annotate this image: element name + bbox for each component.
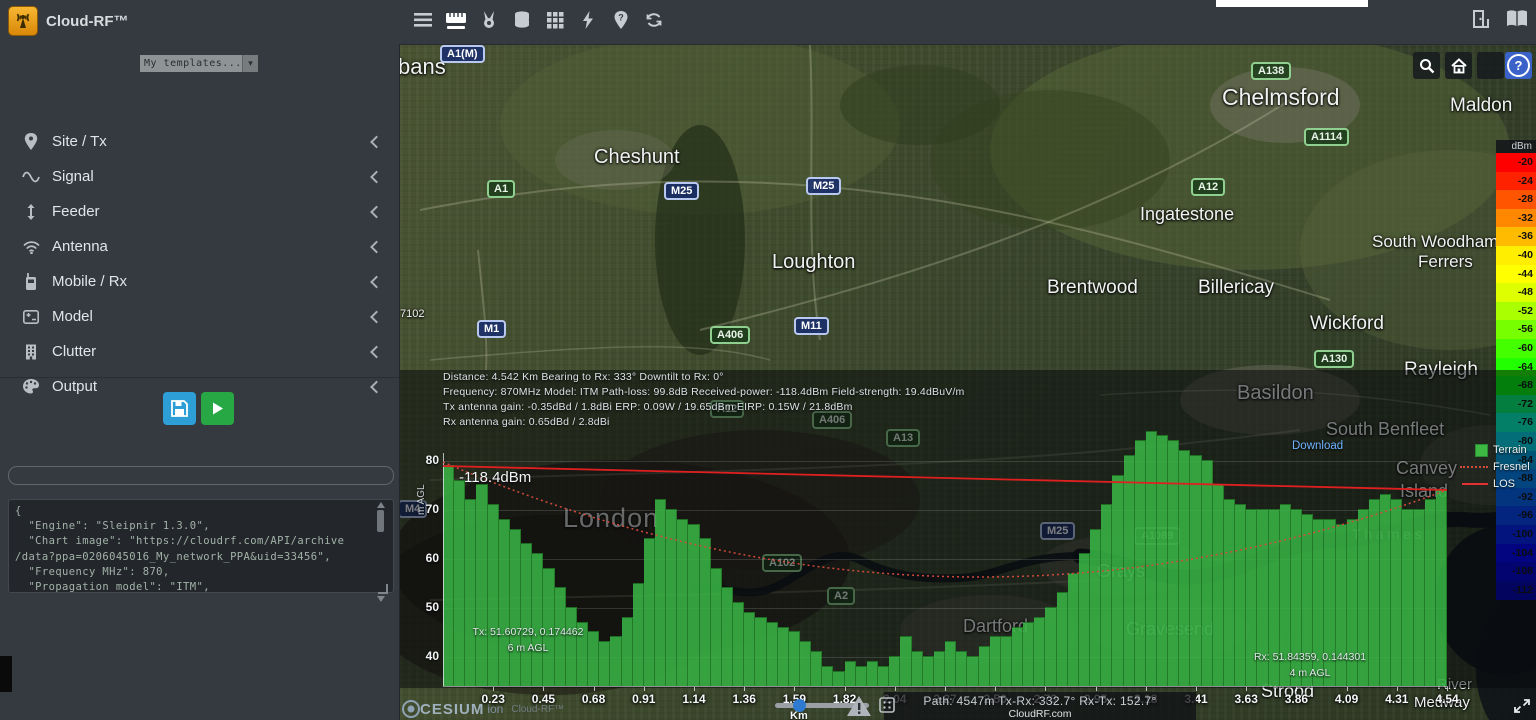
- save-floppy-icon: [171, 400, 188, 417]
- pin-question-icon[interactable]: ?: [610, 7, 632, 33]
- bottom-left-artifact: [0, 656, 12, 692]
- chevron-down-icon: ▾: [242, 55, 258, 72]
- palette-icon: [22, 379, 40, 394]
- scale-cell: -40: [1496, 246, 1536, 265]
- radio-icon: [22, 273, 40, 290]
- download-link[interactable]: Download: [1292, 440, 1343, 452]
- template-name-input[interactable]: [8, 466, 394, 485]
- sidebar-item-feeder[interactable]: Feeder: [0, 194, 399, 229]
- cloudrf-logo[interactable]: [8, 6, 38, 36]
- cloudrf-credit: Cloud-RF™: [511, 704, 564, 715]
- active-tool-underline: [447, 26, 465, 29]
- slider-thumb[interactable]: [793, 699, 806, 712]
- updown-icon: [22, 204, 40, 220]
- help-button[interactable]: ?: [1505, 52, 1532, 79]
- play-icon: [210, 401, 225, 416]
- sidebar-item-signal[interactable]: Signal: [0, 159, 399, 194]
- scale-cell: -20: [1496, 153, 1536, 172]
- svg-text:?: ?: [618, 13, 624, 23]
- dbm-color-scale: dBm -20-24-28-32-36-40-44-48-52-56-60-64…: [1496, 140, 1536, 153]
- chevron-left-icon: [370, 135, 383, 148]
- antenna-logo-icon: [13, 11, 33, 31]
- json-output-textarea[interactable]: { "Engine": "Sleipnir 1.3.0", "Chart ima…: [8, 499, 394, 593]
- scroll-up-icon[interactable]: [377, 502, 385, 508]
- chevron-left-icon: [370, 275, 383, 288]
- wifi-icon: [22, 240, 40, 254]
- database-icon[interactable]: [511, 7, 533, 33]
- scale-cell: -48: [1496, 283, 1536, 302]
- scale-cell: -36: [1496, 227, 1536, 246]
- grid-icon[interactable]: [544, 7, 566, 33]
- templates-select[interactable]: My templates... ▾: [140, 55, 258, 72]
- sidebar-item-model[interactable]: Model: [0, 299, 399, 334]
- exit-door-icon[interactable]: [1472, 9, 1492, 34]
- sidebar-item-output[interactable]: Output: [0, 369, 399, 404]
- building-icon: [22, 344, 40, 360]
- map-home-button[interactable]: [1445, 52, 1472, 79]
- run-button[interactable]: [201, 392, 234, 425]
- expand-chart-icon[interactable]: [1513, 698, 1531, 719]
- textarea-resize-handle[interactable]: [378, 584, 388, 594]
- book-icon[interactable]: [1506, 9, 1528, 34]
- scale-cell: -60: [1496, 339, 1536, 358]
- chevron-left-icon: [370, 240, 383, 253]
- sidebar-item-clutter[interactable]: Clutter: [0, 334, 399, 369]
- chevron-left-icon: [370, 310, 383, 323]
- question-icon: ?: [1507, 54, 1530, 77]
- sidebar-item-mobile-rx[interactable]: Mobile / Rx: [0, 264, 399, 299]
- chevron-left-icon: [370, 380, 383, 393]
- scale-cell: -44: [1496, 265, 1536, 284]
- app-title: Cloud-RF™: [46, 13, 128, 30]
- sidebar-divider: [0, 377, 399, 378]
- menu-icon[interactable]: [412, 7, 434, 33]
- search-icon: [1419, 58, 1435, 74]
- calculator-icon: [22, 310, 40, 324]
- profile-chart-overlay: [400, 370, 1536, 688]
- sidebar: My templates... ▾ Site / Tx Signal Feede…: [0, 44, 400, 720]
- medal-icon[interactable]: [478, 7, 500, 33]
- scale-cell: -56: [1496, 320, 1536, 339]
- textarea-scrollbar[interactable]: [375, 501, 386, 593]
- range-slider[interactable]: [775, 703, 869, 708]
- chevron-left-icon: [370, 170, 383, 183]
- scroll-down-icon[interactable]: [377, 596, 385, 602]
- chevron-left-icon: [370, 345, 383, 358]
- scrollbar-thumb[interactable]: [377, 510, 384, 532]
- sine-icon: [22, 171, 40, 183]
- top-white-strip: [1216, 0, 1368, 7]
- scale-cell: -32: [1496, 209, 1536, 228]
- cesium-logo-icon: [402, 700, 420, 718]
- top-bar: Cloud-RF™ ?: [0, 0, 1536, 45]
- bolt-icon[interactable]: [577, 7, 599, 33]
- dbm-scale-title: dBm: [1496, 140, 1536, 153]
- sidebar-item-site-tx[interactable]: Site / Tx: [0, 124, 399, 159]
- map-search-button[interactable]: [1413, 52, 1440, 79]
- ruler-icon[interactable]: [445, 7, 467, 33]
- save-button[interactable]: [163, 392, 196, 425]
- scale-cell: -28: [1496, 190, 1536, 209]
- scale-cell: -24: [1496, 172, 1536, 191]
- cesium-credit-link[interactable]: CESIUM ion Cloud-RF™: [402, 700, 564, 718]
- scale-cell: -52: [1496, 302, 1536, 321]
- home-icon: [1451, 58, 1467, 74]
- sidebar-item-antenna[interactable]: Antenna: [0, 229, 399, 264]
- chevron-left-icon: [370, 205, 383, 218]
- map-extra-button[interactable]: [1477, 52, 1504, 79]
- pin-icon: [22, 133, 40, 150]
- recycle-icon[interactable]: [643, 7, 665, 33]
- app-window: bansChelmsfordMaldonCheshuntIngatestoneS…: [0, 0, 1536, 720]
